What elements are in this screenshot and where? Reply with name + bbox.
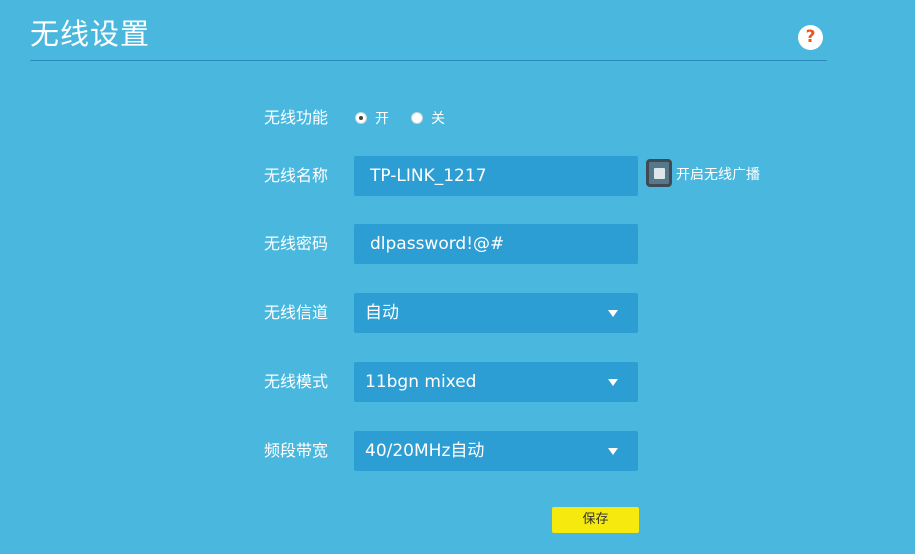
caret-down-icon — [608, 379, 618, 386]
wireless-mode-select[interactable]: 11bgn mixed — [354, 362, 638, 402]
broadcast-checkbox-box — [654, 168, 665, 179]
wireless-channel-label: 无线信道 — [264, 303, 329, 322]
bandwidth-value: 40/20MHz自动 — [365, 441, 485, 461]
wireless-channel-value: 自动 — [365, 303, 399, 323]
broadcast-checkbox-label[interactable]: 开启无线广播 — [676, 165, 760, 185]
wireless-channel-select[interactable]: 自动 — [354, 293, 638, 333]
page-title: 无线设置 — [30, 17, 151, 51]
radio-off-label: 关 — [431, 111, 445, 127]
radio-off-indicator[interactable] — [411, 112, 423, 124]
wireless-name-input[interactable]: TP-LINK_1217 — [354, 156, 638, 196]
bandwidth-label: 频段带宽 — [264, 441, 329, 460]
caret-down-icon — [608, 448, 618, 455]
wireless-password-input[interactable]: dlpassword!@# — [354, 224, 638, 264]
wireless-mode-label: 无线模式 — [264, 372, 329, 391]
caret-down-icon — [608, 310, 618, 317]
bandwidth-select[interactable]: 40/20MHz自动 — [354, 431, 638, 471]
wireless-name-label: 无线名称 — [264, 166, 329, 185]
save-button[interactable]: 保存 — [552, 507, 639, 533]
radio-off[interactable]: 关 — [411, 110, 445, 127]
wireless-mode-value: 11bgn mixed — [365, 372, 477, 392]
wireless-password-label: 无线密码 — [264, 234, 329, 253]
header-divider — [30, 60, 827, 61]
broadcast-checkbox[interactable] — [646, 159, 672, 187]
wireless-function-label: 无线功能 — [264, 108, 329, 127]
radio-on-indicator[interactable] — [355, 112, 367, 124]
radio-on-label: 开 — [375, 111, 389, 127]
help-icon[interactable]: ? — [798, 25, 823, 50]
radio-on[interactable]: 开 — [355, 110, 389, 127]
